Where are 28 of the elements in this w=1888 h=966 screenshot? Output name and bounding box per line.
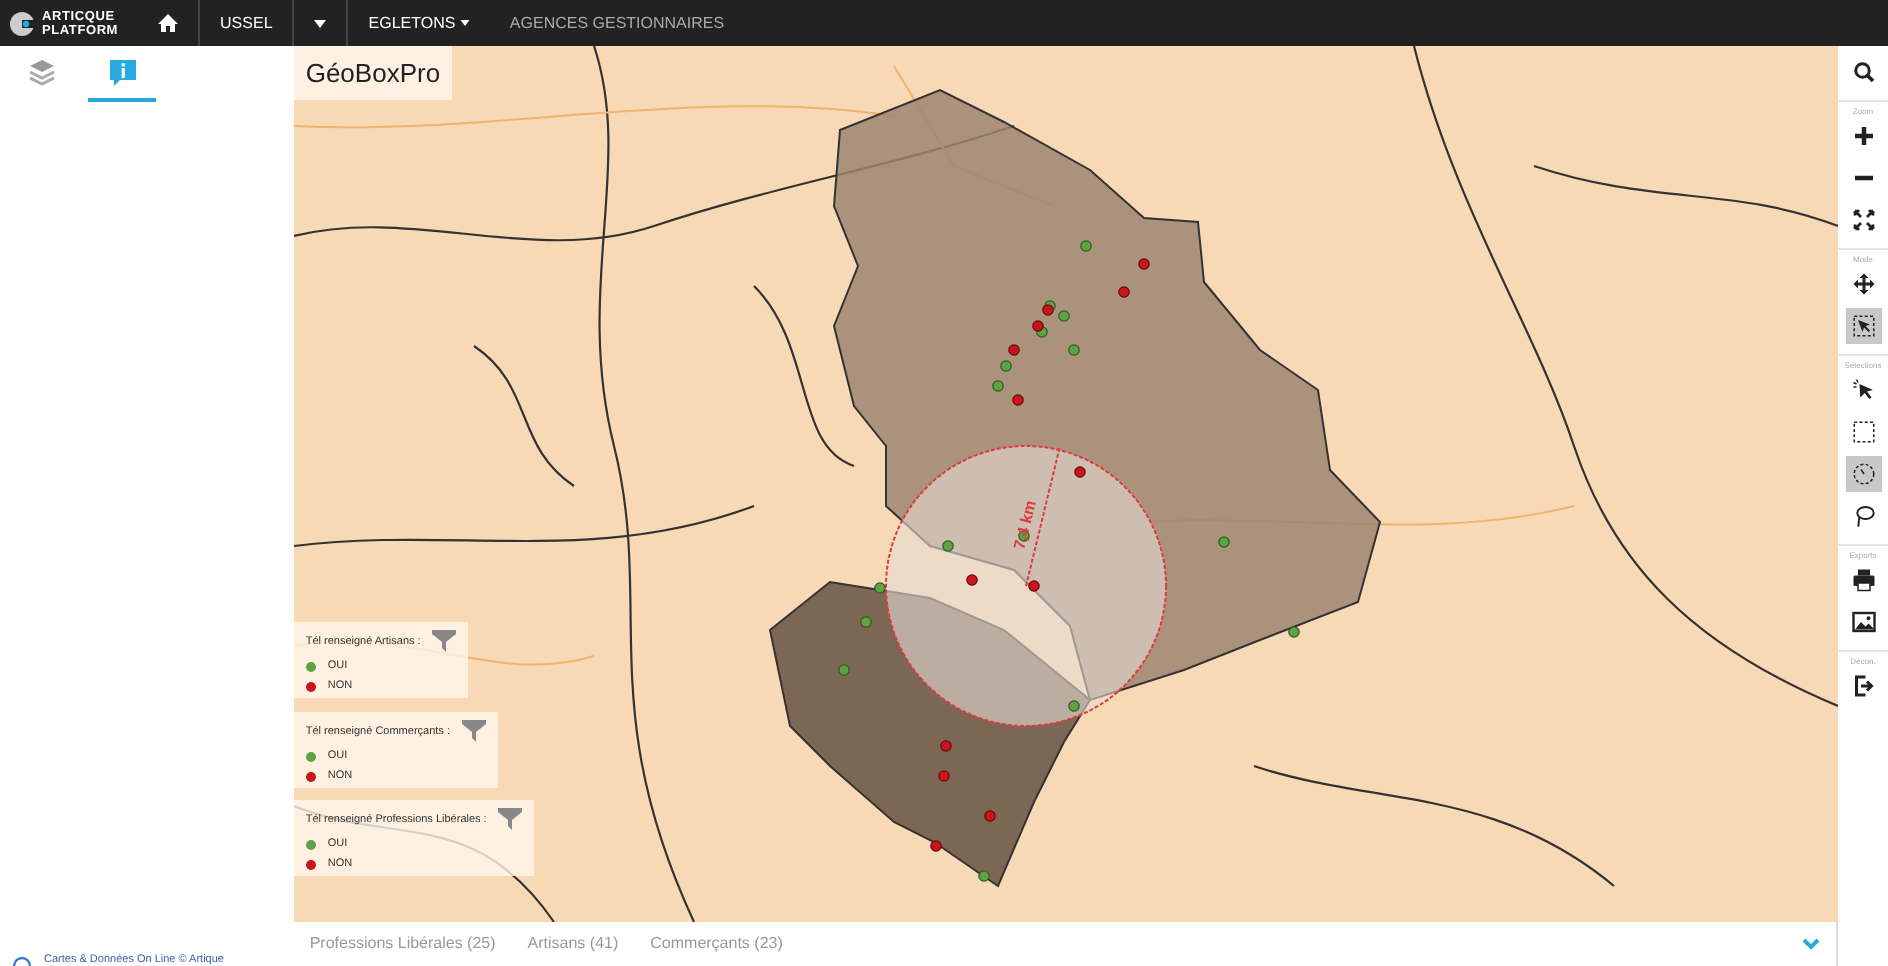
rectangle-select-icon <box>1851 420 1876 444</box>
sidebar-tab[interactable] <box>88 54 156 102</box>
map-title: GéoBoxPro <box>293 46 453 100</box>
fullscreen-icon <box>1851 208 1876 232</box>
circle-select-icon <box>1851 462 1876 486</box>
radius-label: 7,4 km <box>1010 498 1040 552</box>
home-icon[interactable] <box>158 14 179 32</box>
search-icon <box>1851 60 1876 84</box>
filter-icon[interactable] <box>461 720 486 742</box>
logo-icon <box>8 9 36 37</box>
layers-icon <box>28 58 56 86</box>
lasso-icon <box>1851 504 1876 528</box>
filter-icon[interactable] <box>498 808 523 830</box>
logout-icon <box>1851 674 1876 698</box>
filter-icon[interactable] <box>432 630 457 652</box>
zoom-in-icon <box>1851 124 1876 148</box>
info-icon <box>107 58 137 88</box>
pointer-icon <box>1851 378 1876 402</box>
select-button[interactable] <box>1845 308 1882 344</box>
move-icon <box>1851 272 1876 296</box>
image-icon <box>1851 610 1876 634</box>
chevron-down-icon[interactable] <box>1802 938 1821 950</box>
select-icon <box>1851 314 1876 338</box>
caret-icon <box>314 19 327 27</box>
print-icon <box>1851 568 1876 592</box>
circle-select-button[interactable] <box>1845 456 1882 492</box>
agencies-menu[interactable]: AGENCES GESTIONNAIRES <box>489 0 745 46</box>
caret-icon <box>459 20 470 26</box>
